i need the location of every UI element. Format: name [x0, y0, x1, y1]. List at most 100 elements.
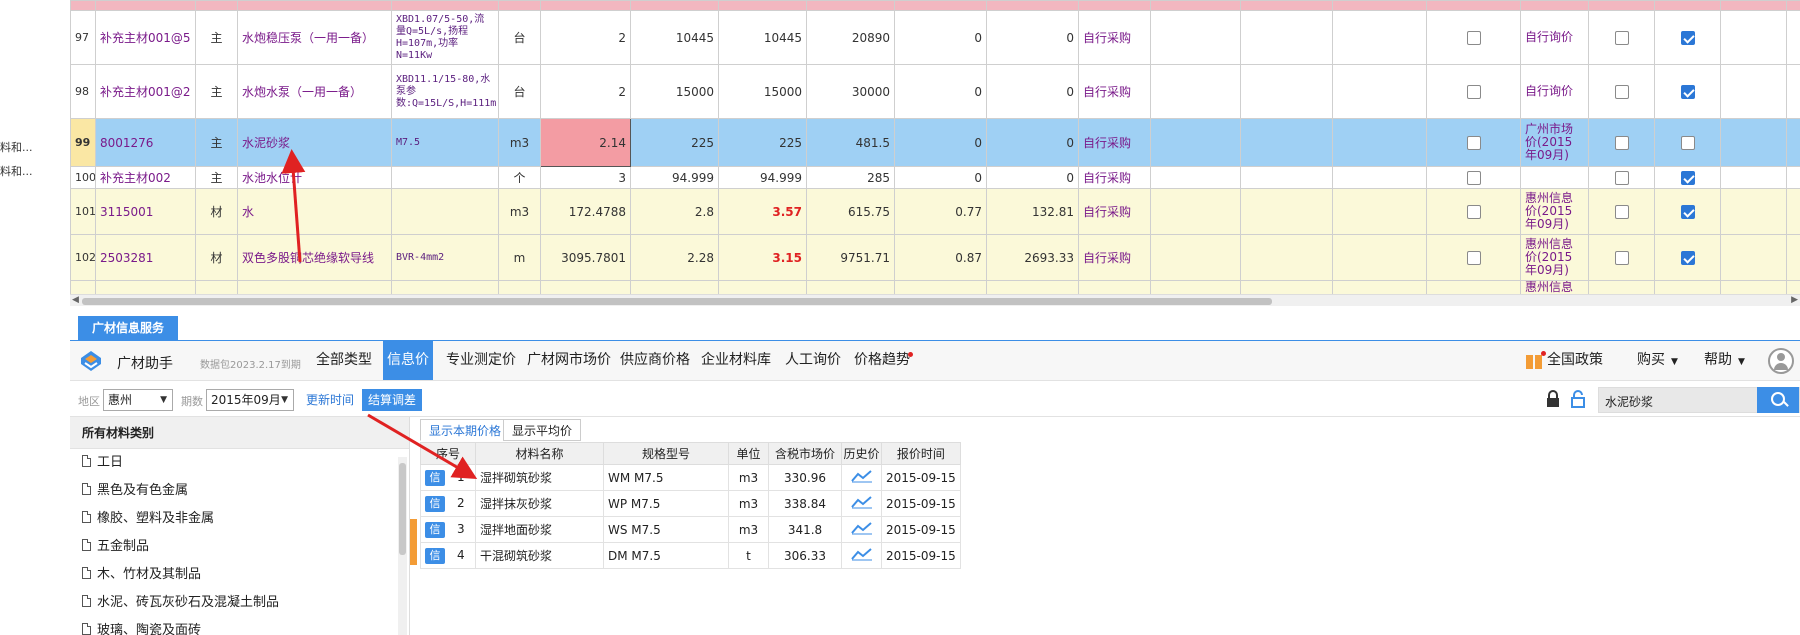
grid-row[interactable]: 98 补充主材001@2 主水炮水泵（一用一备） XBD11.1/15-80,水泵参数… — [70, 64, 1800, 119]
trend-chart-icon[interactable] — [850, 521, 873, 535]
material-name[interactable]: 水炮稳压泵（一用一备） — [237, 10, 392, 65]
difference-total[interactable]: 0 — [986, 64, 1079, 119]
supply-method[interactable]: 自行采购 — [1078, 10, 1151, 65]
tab-all-types[interactable]: 全部类型 — [312, 341, 376, 380]
budget-price[interactable]: 94.999 — [630, 166, 719, 189]
checkbox[interactable] — [1614, 250, 1629, 265]
national-policy-link[interactable]: 全国政策 — [1547, 341, 1603, 380]
material-code[interactable]: 8001276 — [95, 118, 196, 167]
tab-info-price[interactable]: 信息价 — [383, 341, 433, 380]
material-name[interactable]: 水泥砂浆 — [237, 118, 392, 167]
checkbox[interactable] — [1614, 30, 1629, 45]
unit[interactable]: 台 — [498, 64, 541, 119]
price-difference[interactable]: 0 — [894, 10, 987, 65]
material-name[interactable]: 湿拌地面砂浆 — [475, 516, 604, 543]
material-type[interactable]: 主 — [195, 166, 238, 189]
market-amount[interactable] — [806, 280, 895, 294]
market-amount[interactable]: 615.75 — [806, 188, 895, 235]
material-search[interactable]: 水泥砂浆 — [1598, 387, 1800, 413]
help-menu[interactable]: 帮助 ▼ — [1704, 341, 1745, 380]
tab-professional-price[interactable]: 专业测定价 — [442, 341, 520, 380]
tab-enterprise-library[interactable]: 企业材料库 — [697, 341, 775, 380]
info-badge[interactable]: 信 — [425, 521, 445, 538]
quantity[interactable] — [540, 280, 631, 294]
empty-cell[interactable] — [1240, 166, 1333, 189]
column-header[interactable]: 历史价 — [841, 442, 882, 465]
budget-price[interactable]: 2.28 — [630, 234, 719, 281]
material-code[interactable] — [95, 280, 196, 294]
empty-cell[interactable] — [1150, 64, 1241, 119]
price-difference[interactable] — [894, 280, 987, 294]
column-header[interactable]: 序号 — [420, 442, 476, 465]
quote-date[interactable]: 2015-09-15 — [881, 542, 961, 569]
column-header[interactable]: 规格型号 — [603, 442, 729, 465]
difference-total[interactable] — [986, 280, 1079, 294]
checkbox[interactable] — [1680, 250, 1695, 265]
unit[interactable]: m3 — [728, 464, 769, 491]
trend-chart-icon[interactable] — [850, 547, 873, 561]
market-price[interactable]: 3.57 — [718, 188, 807, 235]
checkbox[interactable] — [1614, 84, 1629, 99]
result-row[interactable]: 信 4 干混砌筑砂浆 DM M7.5 t 306.33 2015-09-15 — [420, 542, 961, 569]
tab-manual-inquiry[interactable]: 人工询价 — [781, 341, 845, 380]
material-type[interactable] — [195, 280, 238, 294]
column-header[interactable]: 报价时间 — [881, 442, 961, 465]
unit[interactable] — [498, 280, 541, 294]
result-row[interactable]: 信 3 湿拌地面砂浆 WS M7.5 m3 341.8 2015-09-15 — [420, 516, 961, 543]
market-amount[interactable]: 9751.71 — [806, 234, 895, 281]
price-source[interactable]: 惠州信息价(2015年09月) — [1520, 188, 1589, 235]
material-code[interactable]: 3115001 — [95, 188, 196, 235]
budget-price[interactable]: 225 — [630, 118, 719, 167]
spec-model[interactable]: XBD11.1/15-80,水泵参数:Q=15L/S,H=111m,N=30Kw — [391, 64, 499, 119]
market-price[interactable]: 10445 — [718, 10, 807, 65]
material-type[interactable]: 材 — [195, 234, 238, 281]
category-item[interactable]: 五金制品 — [70, 533, 409, 561]
material-type[interactable]: 材 — [195, 188, 238, 235]
scroll-left-arrow-icon[interactable]: ◀ — [72, 295, 79, 305]
price-source[interactable] — [1520, 166, 1589, 189]
empty-cell[interactable] — [1150, 188, 1241, 235]
category-item[interactable]: 黑色及有色金属 — [70, 477, 409, 505]
grid-row[interactable]: 102 2503281 材双色多股铜芯绝缘软导线 BVR-4mm2 m 3095.7801… — [70, 234, 1800, 281]
supply-method[interactable]: 自行采购 — [1078, 234, 1151, 281]
checkbox[interactable] — [1680, 170, 1695, 185]
checkbox[interactable] — [1680, 204, 1695, 219]
info-badge[interactable]: 信 — [425, 469, 445, 486]
tab-average-price[interactable]: 显示平均价 — [503, 419, 582, 441]
column-header[interactable]: 单位 — [728, 442, 769, 465]
market-price[interactable]: 94.999 — [718, 166, 807, 189]
price-source[interactable]: 自行询价 — [1520, 10, 1589, 65]
empty-cell[interactable] — [1786, 280, 1800, 294]
grid-row[interactable]: 100 补充主材002 主水池水位计个 3 94.999 94.999 285 0 0 自行采购 — [70, 166, 1800, 189]
empty-cell[interactable] — [1150, 10, 1241, 65]
row-number[interactable]: 98 — [70, 64, 96, 119]
spec-model[interactable] — [391, 166, 499, 189]
market-price[interactable]: 225 — [718, 118, 807, 167]
result-row[interactable]: 信 2 湿拌抹灰砂浆 WP M7.5 m3 338.84 2015-09-15 — [420, 490, 961, 517]
checkbox[interactable] — [1466, 30, 1481, 45]
region-select[interactable]: 惠州 ▼ — [103, 389, 173, 411]
empty-cell[interactable] — [1332, 188, 1427, 235]
spec-model[interactable]: M7.5 — [391, 118, 499, 167]
tax-market-price[interactable]: 341.8 — [768, 516, 842, 543]
row-number[interactable]: 97 — [70, 10, 96, 65]
tab-guangcai-info[interactable]: 广材信息服务 — [78, 316, 178, 340]
material-name[interactable]: 水炮水泵（一用一备） — [237, 64, 392, 119]
budget-price[interactable] — [630, 280, 719, 294]
spec-model[interactable]: WM M7.5 — [603, 464, 729, 491]
row-number[interactable]: 99 — [70, 118, 96, 167]
category-item[interactable]: 水泥、砖瓦灰砂石及混凝土制品 — [70, 589, 409, 617]
period-select[interactable]: 2015年09月 ▼ — [206, 389, 294, 411]
empty-cell[interactable] — [1332, 234, 1427, 281]
material-name[interactable]: 水 — [237, 188, 392, 235]
quote-date[interactable]: 2015-09-15 — [881, 516, 961, 543]
supply-method[interactable]: 自行采购 — [1078, 118, 1151, 167]
empty-cell[interactable] — [1240, 234, 1333, 281]
scrollbar-thumb[interactable] — [399, 463, 406, 555]
info-badge[interactable]: 信 — [425, 495, 445, 512]
price-source[interactable]: 惠州信息价 — [1520, 280, 1589, 294]
checkbox[interactable] — [1466, 135, 1481, 150]
empty-cell[interactable] — [1720, 166, 1787, 189]
column-header[interactable]: 材料名称 — [475, 442, 604, 465]
material-type[interactable]: 主 — [195, 64, 238, 119]
